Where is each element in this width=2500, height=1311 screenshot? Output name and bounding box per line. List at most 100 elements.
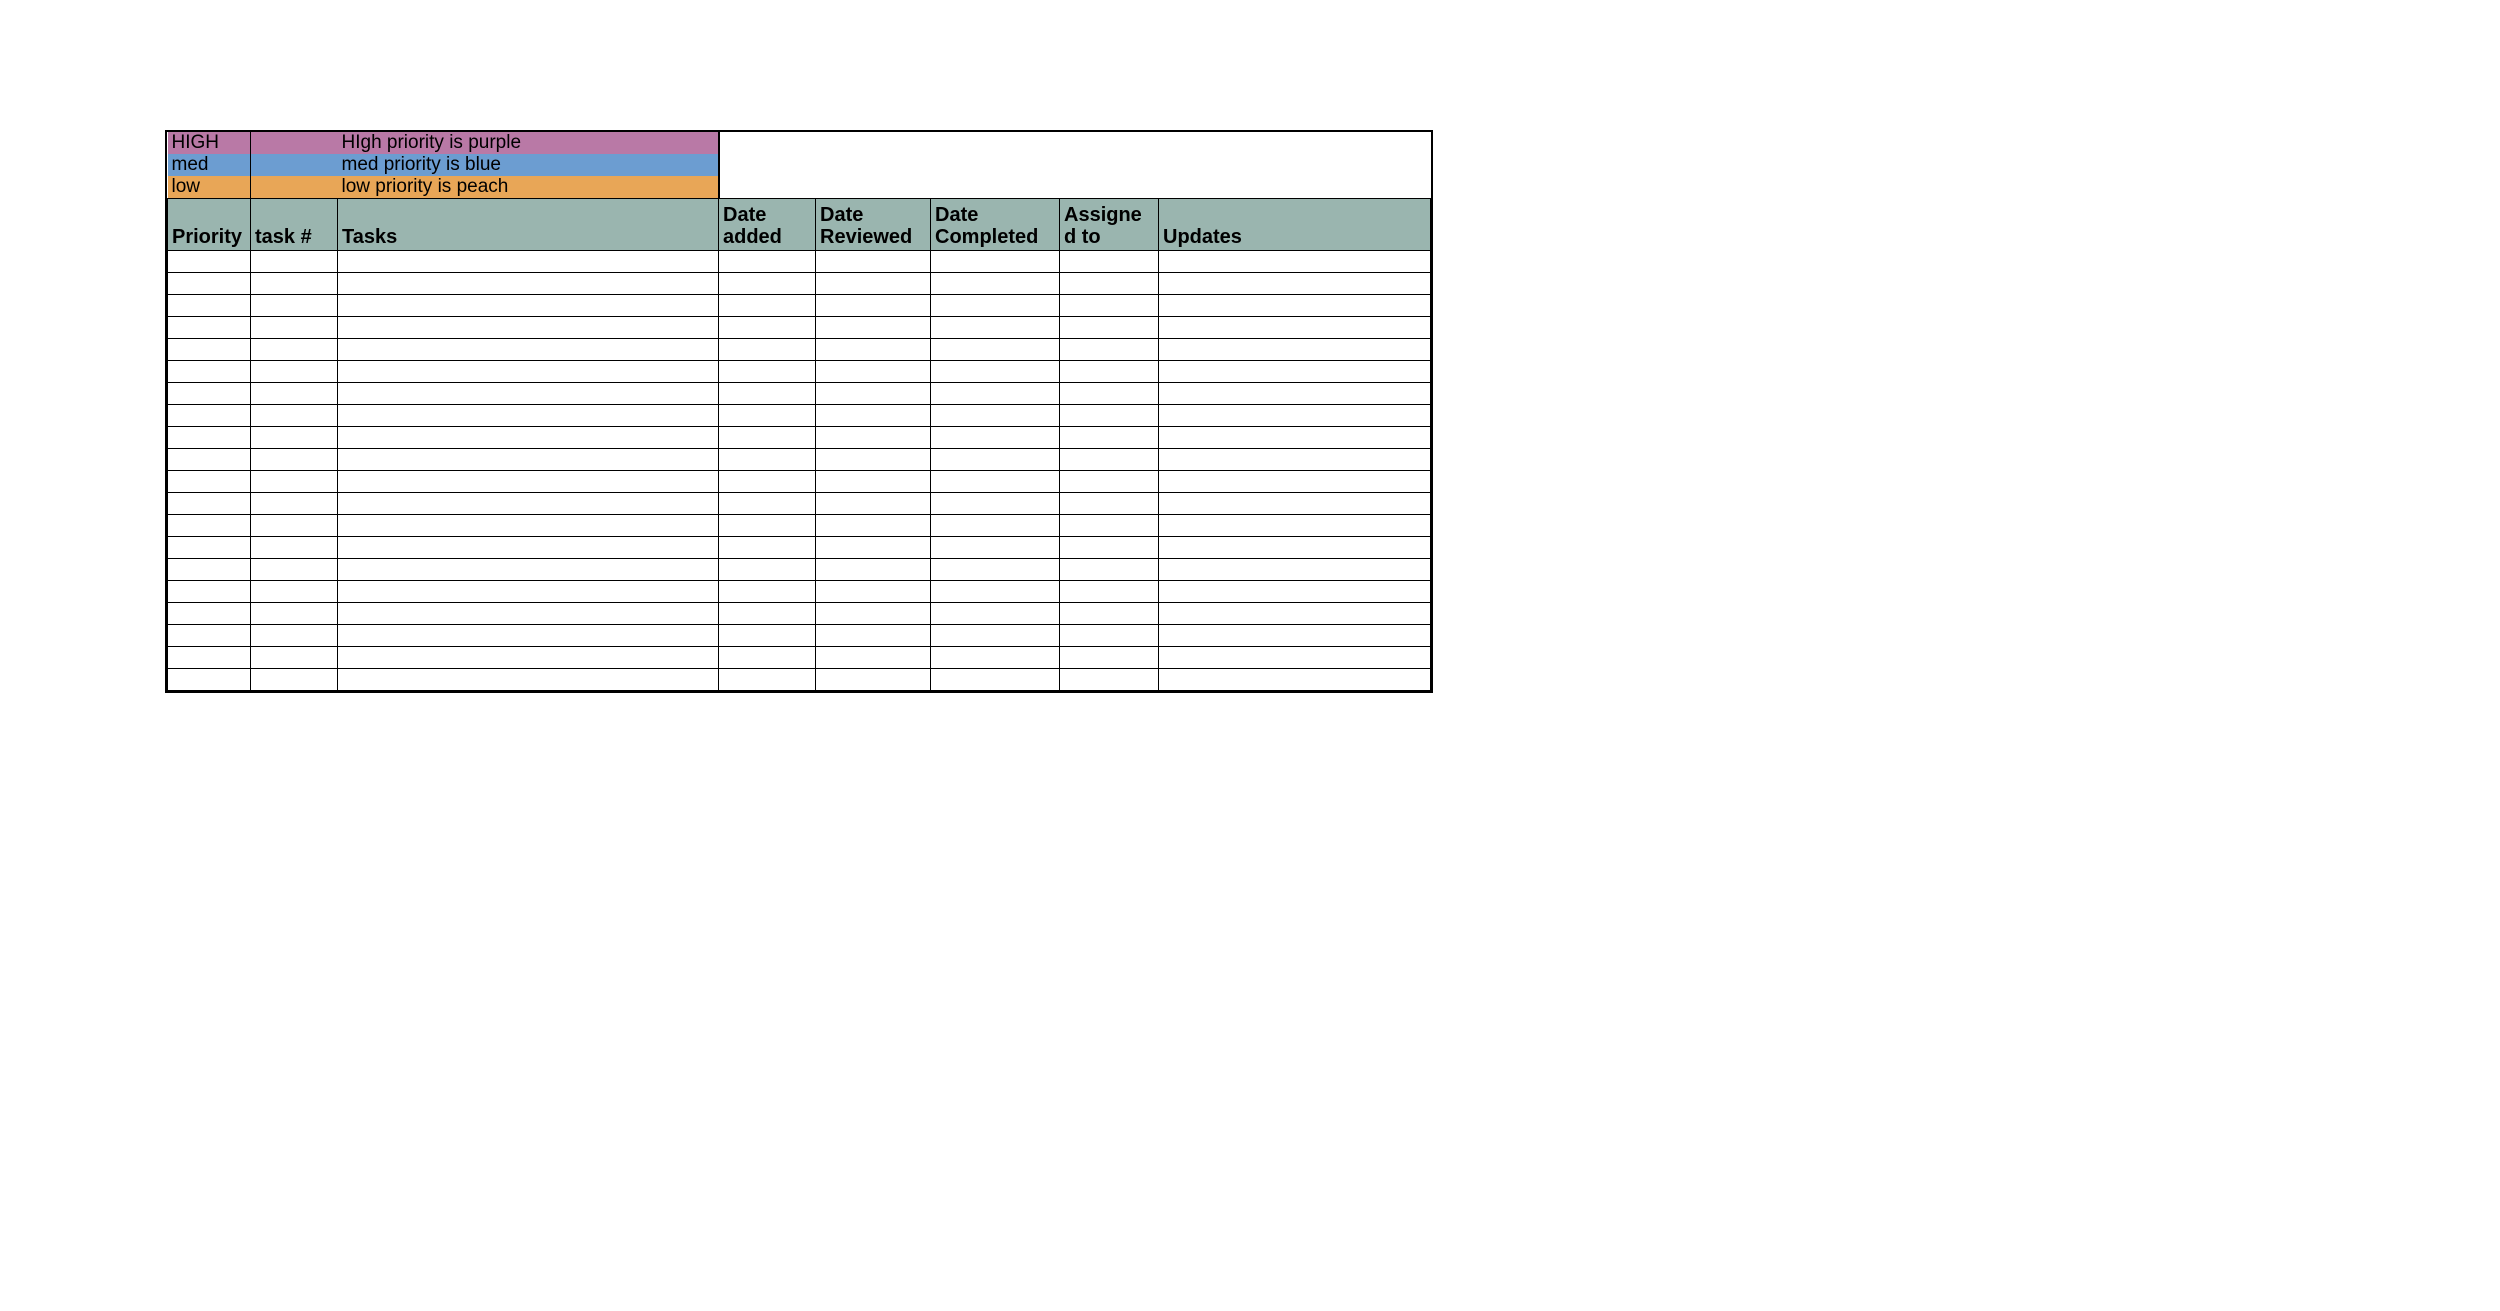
cell-priority[interactable] xyxy=(168,427,251,449)
cell-assign[interactable] xyxy=(1060,559,1159,581)
cell-dateadd[interactable] xyxy=(719,339,816,361)
cell-updates[interactable] xyxy=(1159,295,1431,317)
cell-priority[interactable] xyxy=(168,339,251,361)
cell-tasks[interactable] xyxy=(338,537,719,559)
cell-datecomp[interactable] xyxy=(931,361,1060,383)
header-task-number[interactable]: task # xyxy=(251,199,338,251)
cell-daterev[interactable] xyxy=(816,317,931,339)
cell-daterev[interactable] xyxy=(816,493,931,515)
cell-priority[interactable] xyxy=(168,581,251,603)
cell-daterev[interactable] xyxy=(816,339,931,361)
cell-tasknum[interactable] xyxy=(251,361,338,383)
cell-datecomp[interactable] xyxy=(931,383,1060,405)
cell-tasknum[interactable] xyxy=(251,669,338,691)
cell-daterev[interactable] xyxy=(816,669,931,691)
cell-dateadd[interactable] xyxy=(719,625,816,647)
cell-datecomp[interactable] xyxy=(931,273,1060,295)
cell-assign[interactable] xyxy=(1060,537,1159,559)
cell-datecomp[interactable] xyxy=(931,537,1060,559)
cell-priority[interactable] xyxy=(168,405,251,427)
cell-priority[interactable] xyxy=(168,251,251,273)
cell-priority[interactable] xyxy=(168,493,251,515)
cell-updates[interactable] xyxy=(1159,647,1431,669)
cell-priority[interactable] xyxy=(168,603,251,625)
header-assigned-to[interactable]: Assigned to xyxy=(1060,199,1159,251)
cell-dateadd[interactable] xyxy=(719,317,816,339)
cell-assign[interactable] xyxy=(1060,647,1159,669)
cell-dateadd[interactable] xyxy=(719,559,816,581)
cell-updates[interactable] xyxy=(1159,603,1431,625)
cell-updates[interactable] xyxy=(1159,383,1431,405)
cell-daterev[interactable] xyxy=(816,471,931,493)
cell-tasks[interactable] xyxy=(338,493,719,515)
cell-dateadd[interactable] xyxy=(719,383,816,405)
cell-daterev[interactable] xyxy=(816,515,931,537)
cell-assign[interactable] xyxy=(1060,273,1159,295)
cell-priority[interactable] xyxy=(168,669,251,691)
cell-tasks[interactable] xyxy=(338,383,719,405)
cell-tasks[interactable] xyxy=(338,471,719,493)
cell-tasks[interactable] xyxy=(338,317,719,339)
cell-tasks[interactable] xyxy=(338,603,719,625)
cell-assign[interactable] xyxy=(1060,669,1159,691)
cell-updates[interactable] xyxy=(1159,581,1431,603)
cell-updates[interactable] xyxy=(1159,449,1431,471)
cell-tasknum[interactable] xyxy=(251,581,338,603)
cell-updates[interactable] xyxy=(1159,471,1431,493)
cell-tasknum[interactable] xyxy=(251,295,338,317)
cell-priority[interactable] xyxy=(168,295,251,317)
cell-dateadd[interactable] xyxy=(719,603,816,625)
cell-daterev[interactable] xyxy=(816,603,931,625)
cell-daterev[interactable] xyxy=(816,647,931,669)
cell-dateadd[interactable] xyxy=(719,361,816,383)
cell-assign[interactable] xyxy=(1060,603,1159,625)
cell-priority[interactable] xyxy=(168,625,251,647)
cell-updates[interactable] xyxy=(1159,317,1431,339)
cell-tasks[interactable] xyxy=(338,339,719,361)
cell-assign[interactable] xyxy=(1060,405,1159,427)
cell-dateadd[interactable] xyxy=(719,405,816,427)
cell-updates[interactable] xyxy=(1159,493,1431,515)
cell-tasks[interactable] xyxy=(338,427,719,449)
cell-daterev[interactable] xyxy=(816,295,931,317)
cell-priority[interactable] xyxy=(168,537,251,559)
cell-tasks[interactable] xyxy=(338,449,719,471)
cell-tasks[interactable] xyxy=(338,251,719,273)
cell-priority[interactable] xyxy=(168,273,251,295)
cell-priority[interactable] xyxy=(168,515,251,537)
cell-updates[interactable] xyxy=(1159,361,1431,383)
header-updates[interactable]: Updates xyxy=(1159,199,1431,251)
cell-dateadd[interactable] xyxy=(719,669,816,691)
cell-updates[interactable] xyxy=(1159,669,1431,691)
cell-assign[interactable] xyxy=(1060,295,1159,317)
cell-priority[interactable] xyxy=(168,647,251,669)
cell-dateadd[interactable] xyxy=(719,427,816,449)
cell-tasks[interactable] xyxy=(338,669,719,691)
cell-priority[interactable] xyxy=(168,361,251,383)
cell-tasknum[interactable] xyxy=(251,383,338,405)
cell-assign[interactable] xyxy=(1060,493,1159,515)
cell-priority[interactable] xyxy=(168,317,251,339)
cell-assign[interactable] xyxy=(1060,471,1159,493)
cell-dateadd[interactable] xyxy=(719,273,816,295)
cell-dateadd[interactable] xyxy=(719,251,816,273)
cell-assign[interactable] xyxy=(1060,361,1159,383)
cell-dateadd[interactable] xyxy=(719,493,816,515)
cell-priority[interactable] xyxy=(168,383,251,405)
cell-daterev[interactable] xyxy=(816,625,931,647)
cell-tasknum[interactable] xyxy=(251,273,338,295)
cell-tasks[interactable] xyxy=(338,405,719,427)
cell-dateadd[interactable] xyxy=(719,515,816,537)
cell-tasknum[interactable] xyxy=(251,493,338,515)
cell-assign[interactable] xyxy=(1060,339,1159,361)
cell-daterev[interactable] xyxy=(816,559,931,581)
cell-dateadd[interactable] xyxy=(719,581,816,603)
cell-tasknum[interactable] xyxy=(251,317,338,339)
cell-datecomp[interactable] xyxy=(931,405,1060,427)
cell-dateadd[interactable] xyxy=(719,537,816,559)
header-priority[interactable]: Priority xyxy=(168,199,251,251)
cell-tasknum[interactable] xyxy=(251,251,338,273)
cell-tasks[interactable] xyxy=(338,647,719,669)
cell-assign[interactable] xyxy=(1060,581,1159,603)
cell-daterev[interactable] xyxy=(816,251,931,273)
